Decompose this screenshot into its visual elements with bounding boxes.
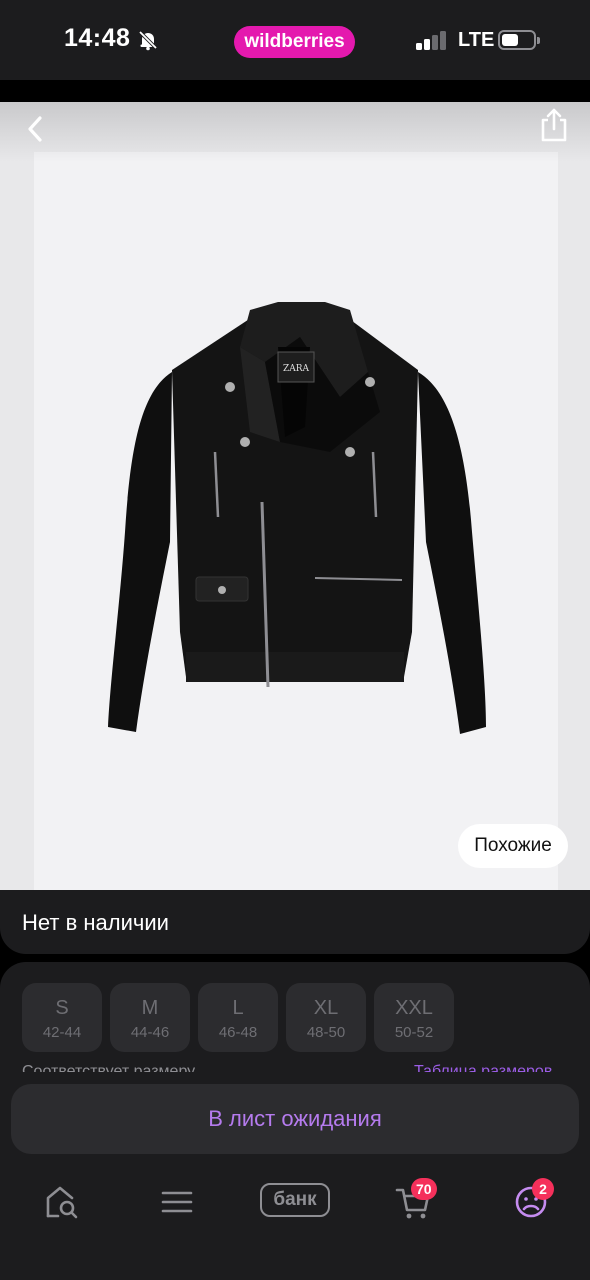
cart-count-badge: 70 <box>411 1178 437 1200</box>
menu-icon[interactable] <box>157 1182 197 1222</box>
size-ru: 46-48 <box>218 1024 258 1041</box>
availability-card: Нет в наличии <box>0 890 590 954</box>
size-label: XXL <box>395 997 433 1019</box>
size-ru: 50-52 <box>394 1024 434 1041</box>
bank-tab[interactable]: банк <box>260 1183 330 1217</box>
size-chip-s[interactable]: S 42-44 <box>22 983 102 1052</box>
divider <box>0 80 590 102</box>
gallery-top-shade <box>0 102 590 162</box>
share-icon[interactable] <box>538 106 570 144</box>
battery-icon <box>498 30 540 50</box>
size-label: L <box>232 997 244 1019</box>
size-label: M <box>141 997 159 1019</box>
back-arrow-icon[interactable] <box>20 110 52 146</box>
size-fit-text: Соответствует размеру <box>22 1063 196 1072</box>
size-ru: 42-44 <box>42 1024 82 1041</box>
availability-status: Нет в наличии <box>22 910 169 935</box>
size-label: S <box>55 997 69 1019</box>
size-ru: 48-50 <box>306 1024 346 1041</box>
size-chip-m[interactable]: M 44-46 <box>110 983 190 1052</box>
home-search-icon[interactable] <box>42 1182 82 1222</box>
size-chip-l[interactable]: L 46-48 <box>198 983 278 1052</box>
size-chip-xl[interactable]: XL 48-50 <box>286 983 366 1052</box>
size-label: XL <box>313 997 339 1019</box>
status-bar: 14:48 wildberries LTE <box>0 0 590 80</box>
size-ru: 44-46 <box>130 1024 170 1041</box>
waitlist-button[interactable]: В лист ожидания <box>11 1084 579 1154</box>
profile-notification-badge: 2 <box>532 1178 554 1200</box>
signal-icon <box>416 30 448 50</box>
similar-button[interactable]: Похожие <box>458 824 568 868</box>
bottom-navigation: банк 70 2 <box>0 1162 590 1280</box>
brand-logo[interactable]: wildberries <box>234 26 355 58</box>
jacket-image: ZARA <box>108 302 486 734</box>
size-table-link[interactable]: Таблица размеров <box>414 1062 552 1072</box>
bell-muted-icon <box>138 30 158 51</box>
product-gallery[interactable]: ZARA Похожие <box>0 102 590 890</box>
status-time: 14:48 <box>64 24 131 52</box>
brand-label-text: ZARA <box>283 364 310 374</box>
size-chip-xxl[interactable]: XXL 50-52 <box>374 983 454 1052</box>
network-type: LTE <box>458 29 495 51</box>
